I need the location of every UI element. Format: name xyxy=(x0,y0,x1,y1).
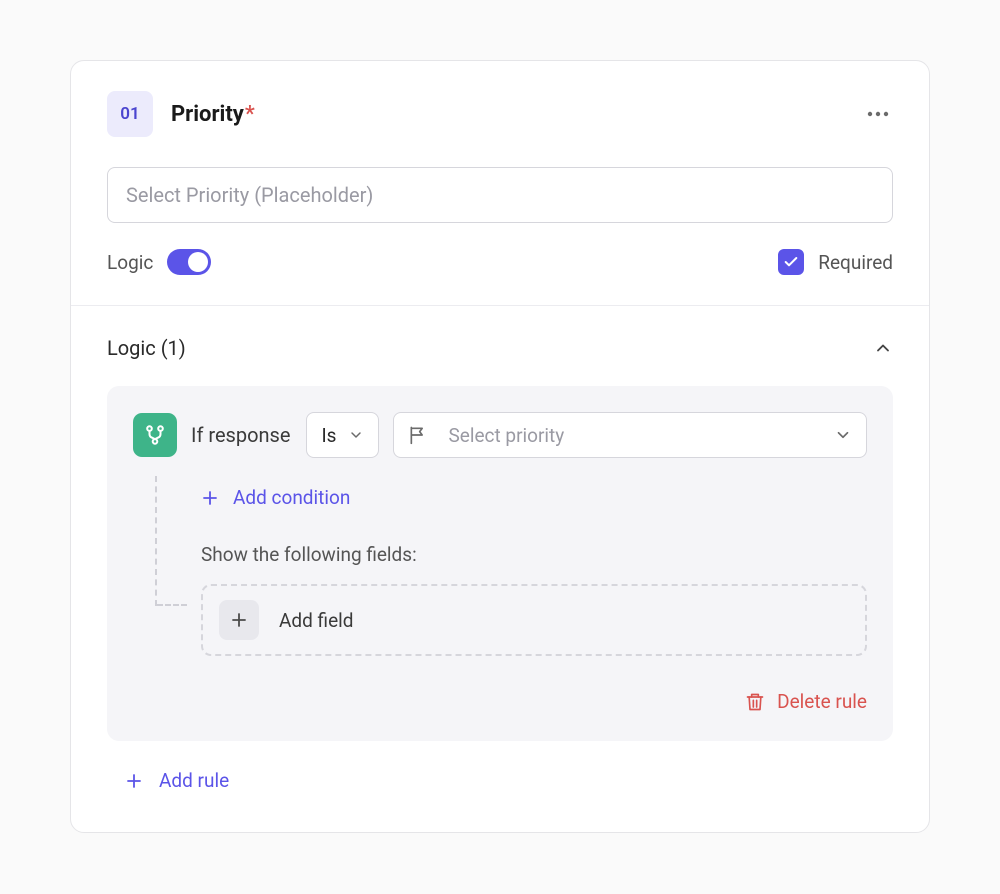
field-card: 01 Priority* Select Priority (Placeholde… xyxy=(70,60,930,833)
field-title: Priority xyxy=(171,102,244,127)
field-number-badge: 01 xyxy=(107,91,153,137)
delete-rule-label: Delete rule xyxy=(777,690,867,713)
priority-value-select[interactable]: Select priority xyxy=(393,412,867,458)
chevron-down-icon xyxy=(348,427,364,443)
add-field-button[interactable]: Add field xyxy=(201,584,867,656)
plus-icon xyxy=(125,772,143,790)
trash-icon xyxy=(745,692,765,712)
field-controls-row: Logic Required xyxy=(107,249,893,275)
field-header-row: 01 Priority* xyxy=(107,91,893,137)
check-icon xyxy=(783,254,799,270)
indent-guide xyxy=(155,476,157,606)
more-options-button[interactable] xyxy=(863,107,893,121)
add-condition-button[interactable]: Add condition xyxy=(201,486,867,509)
plus-icon xyxy=(201,489,219,507)
condition-row: If response Is Select priority xyxy=(133,412,867,458)
add-rule-button[interactable]: Add rule xyxy=(107,769,893,792)
rule-card: If response Is Select priority Add condi… xyxy=(107,386,893,741)
field-header-section: 01 Priority* Select Priority (Placeholde… xyxy=(71,61,929,305)
required-asterisk: * xyxy=(245,102,255,127)
logic-section-header[interactable]: Logic (1) xyxy=(107,336,893,360)
logic-section-title: Logic (1) xyxy=(107,336,186,360)
flag-icon xyxy=(408,425,428,445)
add-condition-label: Add condition xyxy=(233,486,350,509)
operator-select[interactable]: Is xyxy=(306,412,379,458)
add-field-label: Add field xyxy=(279,609,353,632)
add-field-plus-square xyxy=(219,600,259,640)
logic-label: Logic xyxy=(107,251,153,274)
rule-body: Add condition Show the following fields:… xyxy=(155,486,867,656)
chevron-up-icon xyxy=(873,338,893,358)
priority-select-input[interactable]: Select Priority (Placeholder) xyxy=(107,167,893,223)
delete-row: Delete rule xyxy=(133,690,867,713)
priority-value-placeholder: Select priority xyxy=(448,424,564,447)
more-horizontal-icon xyxy=(867,111,889,117)
required-label: Required xyxy=(818,251,893,274)
if-response-label: If response xyxy=(191,423,290,447)
git-branch-icon xyxy=(144,424,166,446)
logic-toggle[interactable] xyxy=(167,249,211,275)
logic-section: Logic (1) If response Is Select priority xyxy=(71,306,929,832)
branch-badge xyxy=(133,413,177,457)
show-fields-label: Show the following fields: xyxy=(201,543,867,566)
add-rule-label: Add rule xyxy=(159,769,229,792)
chevron-down-icon xyxy=(834,426,852,444)
plus-icon xyxy=(230,611,248,629)
operator-value: Is xyxy=(321,424,336,447)
required-checkbox[interactable] xyxy=(778,249,804,275)
field-title-wrap: Priority* xyxy=(171,102,255,127)
delete-rule-button[interactable]: Delete rule xyxy=(745,690,867,713)
